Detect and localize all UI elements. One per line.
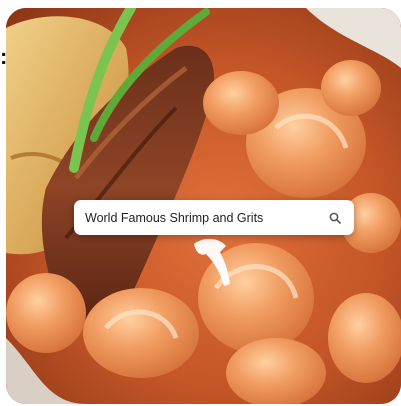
search-icon[interactable]	[328, 211, 342, 225]
search-query-text: World Famous Shrimp and Grits	[85, 210, 264, 225]
search-chip[interactable]: World Famous Shrimp and Grits	[74, 200, 354, 235]
food-photo-frame: World Famous Shrimp and Grits	[6, 8, 401, 404]
pointer-marker	[194, 238, 230, 286]
